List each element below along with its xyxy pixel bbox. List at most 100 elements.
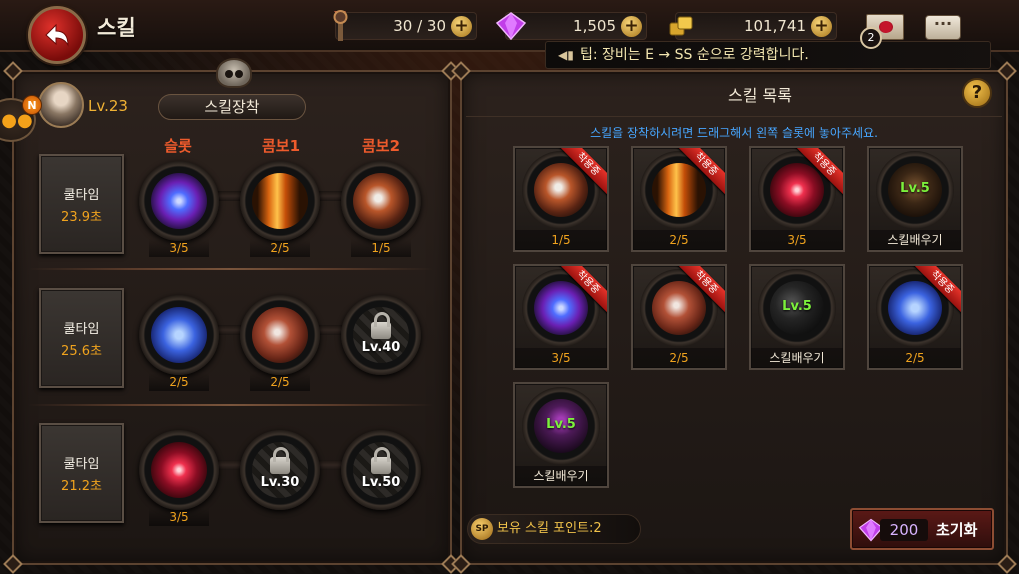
column-label-combo1: 콤보1 bbox=[261, 137, 301, 155]
new-badge: N bbox=[22, 95, 42, 115]
character-level: Lv.23 bbox=[88, 97, 128, 115]
cooldown-value: 23.9초 bbox=[61, 209, 102, 225]
row-divider bbox=[28, 404, 433, 406]
gold-value: 101,741 bbox=[743, 17, 806, 35]
skill-slot[interactable]: 2/5 bbox=[240, 295, 320, 391]
skill-slot[interactable]: 1/5 bbox=[341, 161, 421, 257]
column-label-combo2: 콤보2 bbox=[361, 137, 401, 155]
required-level: Lv.5 bbox=[782, 299, 812, 314]
skill-points-text: 보유 스킬 포인트:2 bbox=[497, 521, 602, 536]
header-divider bbox=[466, 116, 1002, 117]
tip-text: 팁: 장비는 E → SS 순으로 강력합니다. bbox=[580, 47, 809, 63]
skill-slot[interactable]: 2/5 bbox=[240, 161, 320, 257]
skill-point-icon: SP bbox=[471, 518, 493, 540]
purple-vortex-skill-icon bbox=[151, 173, 207, 229]
cooldown-label: 쿨타임 bbox=[63, 321, 100, 337]
lock-overlay: Lv.30 bbox=[252, 442, 308, 498]
skull-ornament bbox=[216, 58, 252, 88]
lock-icon bbox=[270, 446, 290, 474]
skill-level-count: 2/5 bbox=[250, 373, 310, 391]
locked-slot: Lv.30 bbox=[240, 430, 320, 526]
red-burst-skill-icon bbox=[770, 163, 824, 217]
equip-panel-title: 스킬장착 bbox=[158, 94, 306, 120]
skill-card[interactable]: 착용중 3/5 bbox=[513, 264, 609, 370]
reset-label: 초기화 bbox=[936, 521, 978, 539]
card-footer: 1/5 bbox=[515, 230, 607, 250]
gold-icon bbox=[662, 7, 700, 45]
unlock-level: Lv.40 bbox=[361, 339, 401, 355]
gem-plus-button[interactable]: + bbox=[621, 16, 642, 37]
cooldown-label: 쿨타임 bbox=[63, 456, 100, 472]
blue-storm-skill-icon bbox=[888, 281, 942, 335]
unlock-level: Lv.50 bbox=[361, 474, 401, 490]
skill-card[interactable]: Lv.5 스킬배우기 bbox=[513, 382, 609, 488]
flame-pillar-skill-icon bbox=[252, 173, 308, 229]
unlock-level: Lv.30 bbox=[260, 474, 300, 490]
card-footer: 2/5 bbox=[869, 348, 961, 368]
skill-card[interactable]: 착용중 2/5 bbox=[631, 264, 727, 370]
column-label-slot: 슬롯 bbox=[164, 137, 192, 155]
gem-resource: 1,505 + bbox=[495, 12, 647, 41]
page-title: 스킬 bbox=[97, 16, 136, 40]
blade-slash-skill-icon bbox=[652, 281, 706, 335]
back-button[interactable] bbox=[28, 6, 86, 64]
red-burst-skill-icon bbox=[151, 442, 207, 498]
skill-level-count: 2/5 bbox=[149, 373, 209, 391]
locked-slot: Lv.40 bbox=[341, 295, 421, 391]
cooldown-value: 21.2초 bbox=[61, 478, 102, 494]
required-level: Lv.5 bbox=[900, 181, 930, 196]
claw-slash-skill-icon bbox=[353, 173, 409, 229]
lock-overlay: Lv.50 bbox=[353, 442, 409, 498]
skill-card[interactable]: 착용중 3/5 bbox=[749, 146, 845, 252]
flame-pillar-skill-icon bbox=[652, 163, 706, 217]
help-button[interactable]: ? bbox=[962, 78, 992, 108]
learn-skill-label[interactable]: 스킬배우기 bbox=[515, 466, 607, 486]
skill-card[interactable]: 착용중 2/5 bbox=[631, 146, 727, 252]
reset-button[interactable]: 200 초기화 bbox=[850, 508, 994, 550]
skill-list-title: 스킬 목록 bbox=[728, 86, 792, 105]
learn-skill-label[interactable]: 스킬배우기 bbox=[869, 230, 961, 250]
reset-cost: 200 bbox=[880, 519, 928, 541]
skill-points-display: SP 보유 스킬 포인트:2 bbox=[467, 514, 641, 544]
row-divider bbox=[28, 268, 433, 270]
stamina-resource: 30 / 30 + bbox=[333, 10, 477, 41]
lock-icon bbox=[371, 311, 391, 339]
skill-slot[interactable]: 3/5 bbox=[139, 161, 219, 257]
tip-bar: ◀▮ 팁: 장비는 E → SS 순으로 강력합니다. bbox=[545, 41, 991, 69]
purple-vortex-skill-icon bbox=[534, 281, 588, 335]
claw-slash-skill-icon bbox=[534, 163, 588, 217]
back-arrow-icon bbox=[45, 23, 69, 47]
drag-hint: 스킬을 장착하시려면 드래그해서 왼쪽 슬롯에 놓아주세요. bbox=[590, 126, 878, 140]
card-footer: 3/5 bbox=[751, 230, 843, 250]
card-footer: 2/5 bbox=[633, 230, 725, 250]
skill-card[interactable]: Lv.5 스킬배우기 bbox=[867, 146, 963, 252]
cooldown-box: 쿨타임 21.2초 bbox=[39, 423, 124, 523]
skill-slot[interactable]: 2/5 bbox=[139, 295, 219, 391]
skill-level-count: 3/5 bbox=[149, 508, 209, 526]
cooldown-box: 쿨타임 25.6초 bbox=[39, 288, 124, 388]
chat-button[interactable]: ··· bbox=[925, 15, 961, 40]
learn-skill-label[interactable]: 스킬배우기 bbox=[751, 348, 843, 368]
speaker-icon: ◀▮ bbox=[558, 48, 574, 62]
blue-storm-skill-icon bbox=[151, 307, 207, 363]
stamina-plus-button[interactable]: + bbox=[451, 16, 472, 37]
skill-level-count: 3/5 bbox=[149, 239, 209, 257]
cooldown-value: 25.6초 bbox=[61, 343, 102, 359]
mail-badge: 2 bbox=[860, 27, 882, 49]
gold-plus-button[interactable]: + bbox=[811, 16, 832, 37]
skill-card[interactable]: 착용중 1/5 bbox=[513, 146, 609, 252]
lock-overlay: Lv.40 bbox=[353, 307, 409, 363]
lock-icon bbox=[371, 446, 391, 474]
cooldown-box: 쿨타임 23.9초 bbox=[39, 154, 124, 254]
locked-slot: Lv.50 bbox=[341, 430, 421, 526]
blade-slash-skill-icon bbox=[252, 307, 308, 363]
skill-card[interactable]: 착용중 2/5 bbox=[867, 264, 963, 370]
character-avatar[interactable] bbox=[38, 82, 84, 128]
skill-slot[interactable]: 3/5 bbox=[139, 430, 219, 526]
chat-icon: ··· bbox=[933, 14, 953, 33]
stamina-value: 30 / 30 bbox=[393, 17, 446, 35]
required-level: Lv.5 bbox=[546, 417, 576, 432]
card-footer: 3/5 bbox=[515, 348, 607, 368]
skill-card[interactable]: Lv.5 스킬배우기 bbox=[749, 264, 845, 370]
gem-icon bbox=[492, 7, 530, 45]
